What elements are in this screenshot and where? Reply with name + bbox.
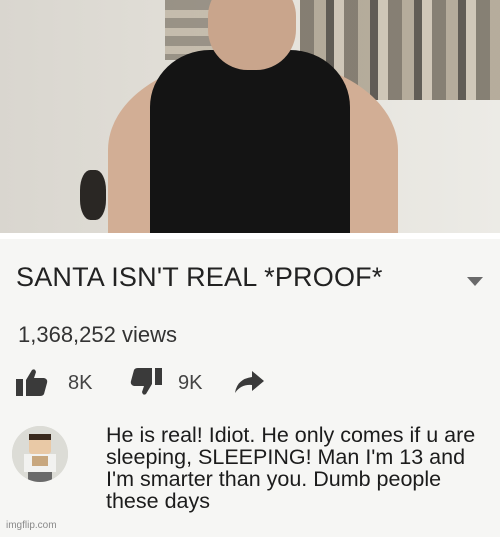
video-title: SANTA ISN'T REAL *PROOF*	[16, 262, 383, 292]
action-bar: 8K 9K	[14, 366, 494, 402]
like-count: 8K	[68, 372, 93, 394]
avatar[interactable]	[12, 426, 68, 482]
guitar-shape	[80, 170, 106, 220]
person-chin	[208, 0, 296, 70]
thumbs-down-icon[interactable]	[128, 366, 164, 403]
view-count: 1,368,252 views	[18, 322, 177, 347]
dislike-count: 9K	[178, 372, 203, 394]
caret-down-icon[interactable]	[467, 277, 483, 286]
watermark: imgflip.com	[6, 520, 57, 531]
thumbs-up-icon[interactable]	[14, 366, 50, 403]
share-arrow-icon[interactable]	[232, 368, 266, 401]
divider	[0, 233, 500, 239]
comment-text: He is real! Idiot. He only comes if u ar…	[106, 423, 476, 513]
video-thumbnail[interactable]	[0, 0, 500, 233]
person-tank-top	[150, 50, 350, 233]
